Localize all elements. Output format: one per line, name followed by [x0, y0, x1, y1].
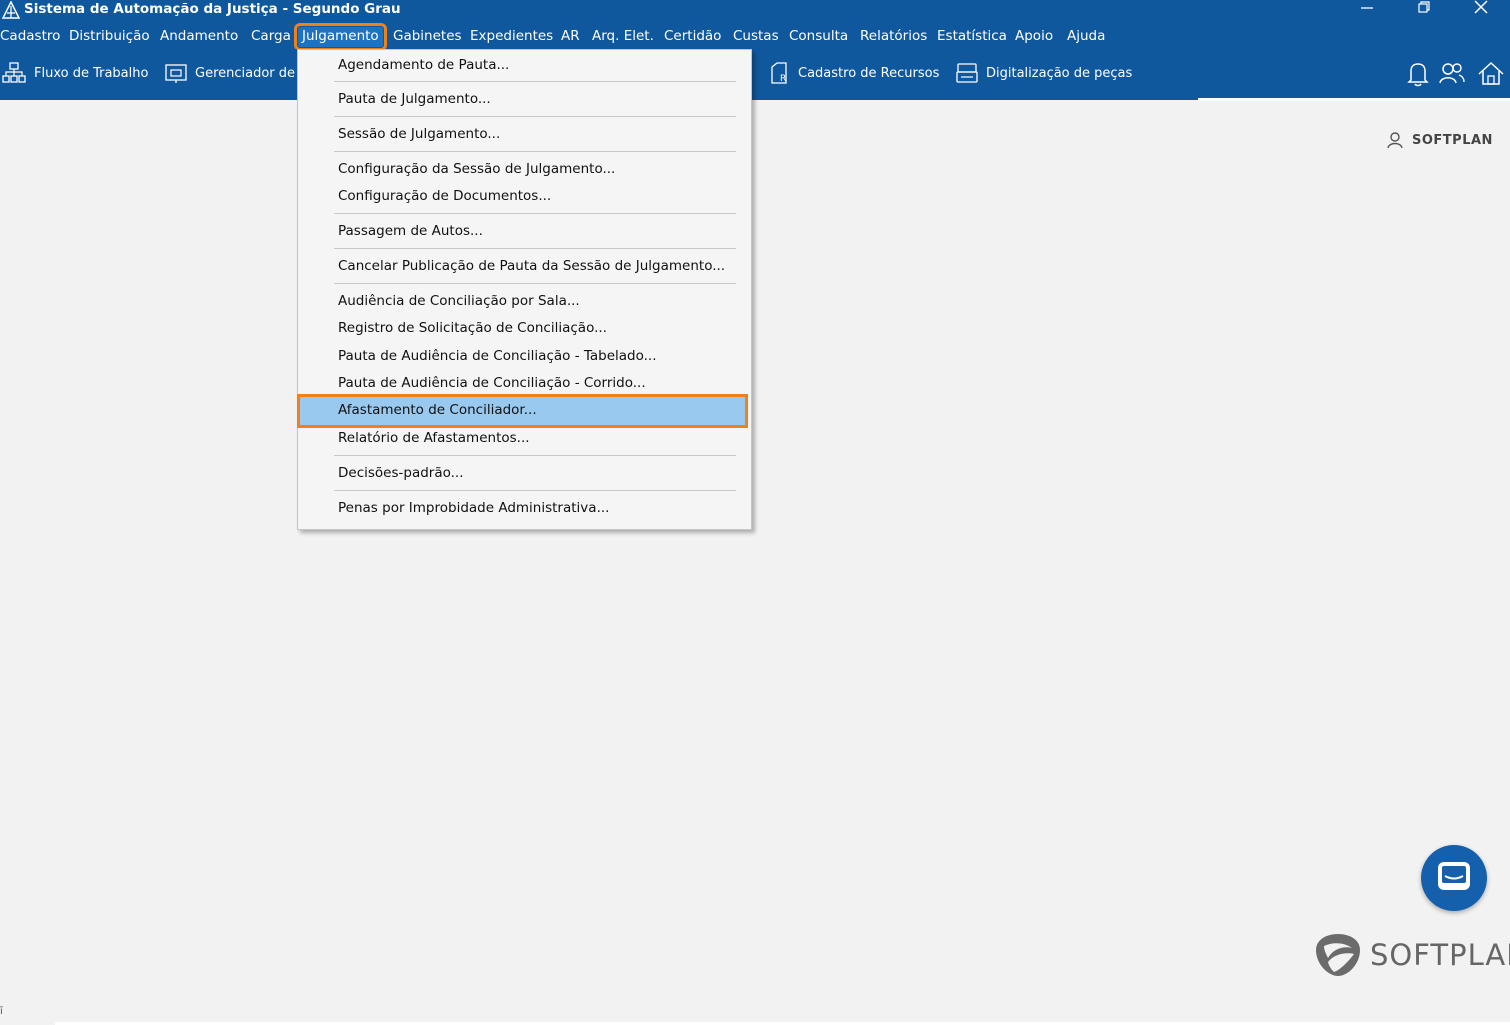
menu-separator: [334, 151, 736, 152]
chat-icon: [1438, 862, 1470, 890]
menu-custas[interactable]: Custas: [733, 27, 779, 47]
menu-item-pauta-de-julgamento[interactable]: Pauta de Julgamento...: [338, 88, 491, 110]
digitalizacao-button[interactable]: Digitalização de peças: [956, 61, 1132, 85]
cadastro-recursos-label: Cadastro de Recursos: [798, 65, 940, 81]
fluxo-de-trabalho-button[interactable]: Fluxo de Trabalho: [2, 61, 148, 85]
svg-text:R: R: [780, 74, 786, 84]
restore-icon[interactable]: [1403, 0, 1443, 20]
scanner-icon: [956, 63, 978, 83]
menu-item-penas-improbidade[interactable]: Penas por Improbidade Administrativa...: [338, 497, 609, 519]
menu-bar: Cadastro Distribuição Andamento Carga Ju…: [0, 23, 1510, 51]
menu-item-audiencia-conciliacao-sala[interactable]: Audiência de Conciliação por Sala...: [338, 290, 580, 312]
menu-separator: [334, 490, 736, 491]
menu-item-agendamento-de-pauta[interactable]: Agendamento de Pauta...: [338, 54, 509, 76]
app-logo-icon: [2, 1, 20, 19]
menu-arq-elet[interactable]: Arq. Elet.: [592, 27, 654, 47]
menu-item-registro-solicitacao[interactable]: Registro de Solicitação de Conciliação..…: [338, 317, 607, 339]
menu-andamento[interactable]: Andamento: [160, 27, 238, 47]
menu-estatistica[interactable]: Estatística: [937, 27, 1007, 47]
digitalizacao-label: Digitalização de peças: [986, 65, 1133, 81]
user-icon: [1387, 132, 1403, 149]
menu-julgamento[interactable]: Julgamento: [294, 23, 387, 51]
bell-icon[interactable]: [1404, 59, 1432, 89]
user-account[interactable]: SOFTPLAN: [1386, 128, 1493, 152]
user-label: SOFTPLAN: [1412, 132, 1493, 148]
menu-item-configuracao-sessao[interactable]: Configuração da Sessão de Julgamento...: [338, 158, 615, 180]
menu-ajuda[interactable]: Ajuda: [1067, 27, 1105, 47]
document-r-icon: R: [771, 62, 787, 84]
menu-cadastro[interactable]: Cadastro: [0, 27, 60, 47]
menu-item-relatorio-afastamentos[interactable]: Relatório de Afastamentos...: [338, 427, 530, 449]
julgamento-dropdown: Agendamento de Pauta... Pauta de Julgame…: [297, 49, 752, 530]
menu-item-pauta-tabelado[interactable]: Pauta de Audiência de Conciliação - Tabe…: [338, 345, 657, 367]
menu-item-decisoes-padrao[interactable]: Decisões-padrão...: [338, 462, 464, 484]
close-icon[interactable]: [1461, 0, 1501, 20]
menu-apoio[interactable]: Apoio: [1015, 27, 1053, 47]
chat-button[interactable]: [1421, 845, 1487, 911]
menu-separator: [334, 248, 736, 249]
toolbar: Fluxo de Trabalho Gerenciador de R Cadas…: [0, 49, 1510, 100]
status-indicator: ī: [0, 1006, 3, 1017]
menu-expedientes[interactable]: Expedientes: [470, 27, 553, 47]
title-bar: Sistema de Automação da Justiça - Segund…: [0, 0, 1510, 24]
gerenciador-button[interactable]: Gerenciador de: [165, 61, 295, 85]
softplan-logo: SOFTPLAN: [1314, 932, 1510, 978]
menu-item-cancelar-publicacao[interactable]: Cancelar Publicação de Pauta da Sessão d…: [338, 255, 725, 277]
menu-distribuicao[interactable]: Distribuição: [69, 27, 150, 47]
menu-item-pauta-corrido[interactable]: Pauta de Audiência de Conciliação - Corr…: [338, 372, 646, 394]
menu-item-passagem-de-autos[interactable]: Passagem de Autos...: [338, 220, 483, 242]
softplan-shield-icon: [1316, 934, 1360, 976]
users-icon[interactable]: [1438, 59, 1466, 89]
menu-item-sessao-de-julgamento[interactable]: Sessão de Julgamento...: [338, 123, 500, 145]
menu-gabinetes[interactable]: Gabinetes: [393, 27, 462, 47]
minimize-icon[interactable]: [1347, 0, 1387, 20]
workflow-icon: [2, 62, 26, 83]
home-icon[interactable]: [1477, 59, 1505, 89]
menu-separator: [334, 81, 736, 82]
menu-relatorios[interactable]: Relatórios: [860, 27, 927, 47]
gerenciador-label: Gerenciador de: [195, 65, 296, 81]
menu-item-afastamento-de-conciliador[interactable]: Afastamento de Conciliador...: [297, 394, 748, 428]
menu-carga[interactable]: Carga: [251, 27, 291, 47]
menu-certidao[interactable]: Certidão: [664, 27, 721, 47]
menu-separator: [334, 213, 736, 214]
menu-ar[interactable]: AR: [561, 27, 580, 47]
toolbar-strip: [1198, 98, 1510, 101]
folder-monitor-icon: [165, 64, 187, 83]
cadastro-de-recursos-button[interactable]: R Cadastro de Recursos: [770, 61, 939, 85]
menu-separator: [334, 116, 736, 117]
window-title: Sistema de Automação da Justiça - Segund…: [24, 1, 401, 17]
menu-item-configuracao-documentos[interactable]: Configuração de Documentos...: [338, 185, 551, 207]
menu-consulta[interactable]: Consulta: [789, 27, 848, 47]
fluxo-label: Fluxo de Trabalho: [34, 65, 149, 81]
menu-separator: [334, 283, 736, 284]
footer-logo-text: SOFTPLAN: [1370, 938, 1510, 972]
menu-separator: [334, 455, 736, 456]
